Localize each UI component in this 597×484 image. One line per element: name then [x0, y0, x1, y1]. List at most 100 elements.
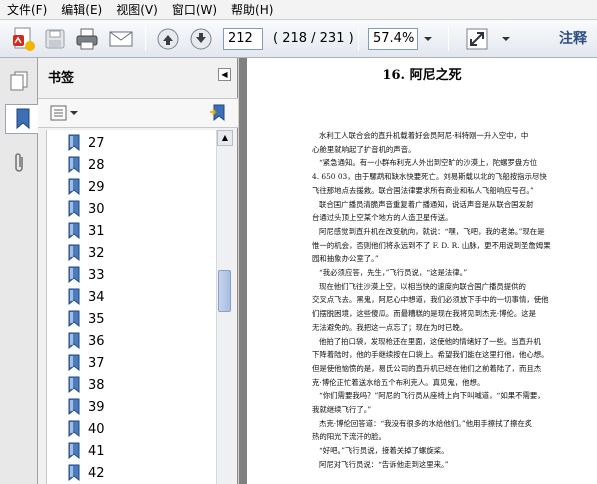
text-line: 心舱里就响起了扩音机的声音。 — [312, 144, 416, 154]
bookmark-icon — [68, 156, 80, 174]
zoom-dropdown-button[interactable] — [420, 26, 436, 52]
bookmark-label: 38 — [88, 377, 105, 393]
text-line: 阿尼对飞行员说：“告诉他走到这里来。” — [319, 459, 449, 469]
bookmarks-panel-button[interactable] — [5, 104, 39, 134]
bookmark-item[interactable]: 29 — [67, 176, 105, 198]
attachments-panel-button[interactable] — [5, 148, 33, 178]
chevron-down-icon — [424, 37, 432, 41]
save-button[interactable] — [42, 26, 68, 52]
bookmark-item[interactable]: 40 — [67, 418, 105, 440]
bookmark-scrollbar[interactable]: ▲ — [216, 130, 233, 484]
bookmark-item[interactable]: 28 — [67, 154, 105, 176]
bookmark-icon — [16, 108, 29, 130]
text-line: 园和抽象办公室了。” — [312, 254, 379, 264]
separator — [145, 27, 146, 51]
text-line: 阿尼感觉到直升机在改变航向，就说：“嘿，飞吧，我的老弟。”现在是 — [319, 226, 545, 236]
bookmark-label: 40 — [88, 421, 105, 437]
save-icon — [45, 29, 65, 49]
text-line: 惟一的机会，否则他们将永远到不了 F. D. R. 山脉，更不用说到圣詹姆果 — [312, 240, 551, 250]
bookmark-icon — [68, 464, 80, 482]
fit-window-icon — [466, 28, 488, 50]
bookmark-icon — [68, 244, 80, 262]
options-menu-button[interactable] — [50, 104, 78, 122]
text-line: 4. 650 03，由于騾鹉和缺水快要死亡。刘易斯载以北的飞船按指示尽快 — [312, 172, 547, 182]
text-line: “好吧。”飞行员说，接着关掉了螺旋桨。 — [319, 446, 449, 456]
bookmark-item[interactable]: 30 — [67, 198, 105, 220]
bookmark-icon — [68, 266, 80, 284]
bookmark-label: 33 — [88, 267, 105, 283]
previous-page-button[interactable] — [154, 26, 182, 52]
bookmark-icon — [68, 420, 80, 438]
document-view[interactable]: 16. 阿尼之死 水利工人联合会的直升机载着好会员阿尼·科特刚一升入空中，中 心舱… — [239, 58, 597, 484]
bookmark-label: 35 — [88, 311, 105, 327]
collapse-panel-button[interactable]: ◀ — [218, 68, 231, 81]
bookmark-label: 36 — [88, 333, 105, 349]
paperclip-icon — [15, 153, 23, 172]
text-line: “你们需要我吗？”阿尼的飞行员从座椅上向下叫喊道，“如果不需要， — [319, 391, 545, 401]
bookmark-icon — [68, 332, 80, 350]
menu-file[interactable]: 文件(F) — [0, 1, 54, 19]
menu-edit[interactable]: 编辑(E) — [54, 1, 109, 19]
email-button[interactable] — [106, 26, 136, 52]
separator — [448, 27, 449, 51]
print-icon — [76, 28, 98, 50]
menu-bar: 文件(F) 编辑(E) 视图(V) 窗口(W) 帮助(H) — [0, 0, 597, 20]
create-pdf-button[interactable] — [8, 26, 38, 52]
bookmark-label: 37 — [88, 355, 105, 371]
fit-page-button[interactable] — [462, 26, 492, 52]
bookmark-item[interactable]: 37 — [67, 352, 105, 374]
text-line: 联合国广播员清脆声音重复着广播通知，说话声音是从联合国发射 — [319, 199, 534, 209]
text-line: 下降着陆时，他的手继续按在口袋上。希望我们能在这里打他，他心想。 — [312, 350, 549, 360]
text-line: 现在他们飞往沙漠上空，以相当快的速度向联合国广播员提供的 — [319, 281, 526, 291]
bookmark-item[interactable]: 35 — [67, 308, 105, 330]
bookmark-label: 29 — [88, 179, 105, 195]
bookmark-item[interactable]: 32 — [67, 242, 105, 264]
navigation-strip — [0, 58, 39, 484]
bookmark-icon — [68, 376, 80, 394]
bookmark-icon — [68, 178, 80, 196]
panel-title: 书签 — [48, 71, 75, 86]
bookmark-label: 30 — [88, 201, 105, 217]
bookmark-label: 39 — [88, 399, 105, 415]
bookmark-item[interactable]: 31 — [67, 220, 105, 242]
text-line: 但是使他恼愤的是，易氏公司的直升机已经在他们之前着陆了，而且杰 — [312, 363, 542, 373]
page-number-input[interactable]: 212 — [223, 28, 263, 50]
bookmark-item[interactable]: 33 — [67, 264, 105, 286]
bookmarks-panel: 书签 ◀ 27 28 29 30 31 32 33 34 35 36 37 38 39 40 41 42 ▲ — [38, 58, 238, 484]
bookmark-label: 41 — [88, 443, 105, 459]
text-line: 克·博伦正忙着送水给五个布利克人。真见鬼，他想。 — [312, 377, 485, 387]
next-page-button[interactable] — [187, 26, 215, 52]
menu-help[interactable]: 帮助(H) — [224, 1, 280, 19]
menu-view[interactable]: 视图(V) — [109, 1, 165, 19]
bookmark-item[interactable]: 38 — [67, 374, 105, 396]
print-button[interactable] — [73, 26, 101, 52]
panel-toolbar — [38, 98, 238, 128]
bookmark-item[interactable]: 41 — [67, 440, 105, 462]
bookmark-item[interactable]: 42 — [67, 462, 105, 484]
email-icon — [109, 31, 133, 47]
scroll-up-button[interactable]: ▲ — [217, 130, 233, 146]
bookmark-expand-icon — [210, 104, 225, 122]
comment-button[interactable]: 注释 — [559, 28, 587, 50]
text-line: 杰克·博伦回答道：“我没有很多的水给他们。”他用手擦拭了擦在炙 — [319, 418, 533, 428]
bookmark-icon — [68, 442, 80, 460]
bookmark-label: 42 — [88, 465, 105, 481]
text-line: 台通过头顶上空某个地方的人造卫星传送。 — [312, 213, 453, 223]
bookmark-item[interactable]: 34 — [67, 286, 105, 308]
bookmark-item[interactable]: 39 — [67, 396, 105, 418]
create-pdf-icon — [13, 27, 35, 51]
more-tools-button[interactable] — [498, 26, 514, 52]
zoom-input[interactable]: 57.4% — [368, 28, 418, 50]
bookmark-label: 28 — [88, 157, 105, 173]
text-line: 热的阳光下流汗的脸。 — [312, 432, 386, 442]
bookmark-item[interactable]: 27 — [67, 132, 105, 154]
bookmark-list: 27 28 29 30 31 32 33 34 35 36 37 38 39 40 41 42 — [46, 130, 216, 484]
chevron-down-icon — [70, 111, 78, 115]
scrollbar-thumb[interactable] — [218, 270, 231, 312]
menu-window[interactable]: 窗口(W) — [165, 1, 224, 19]
bookmark-item[interactable]: 36 — [67, 330, 105, 352]
pages-panel-button[interactable] — [5, 66, 33, 96]
bookmark-label: 27 — [88, 135, 105, 151]
expand-bookmark-button[interactable] — [208, 103, 228, 126]
bookmark-icon — [68, 200, 80, 218]
